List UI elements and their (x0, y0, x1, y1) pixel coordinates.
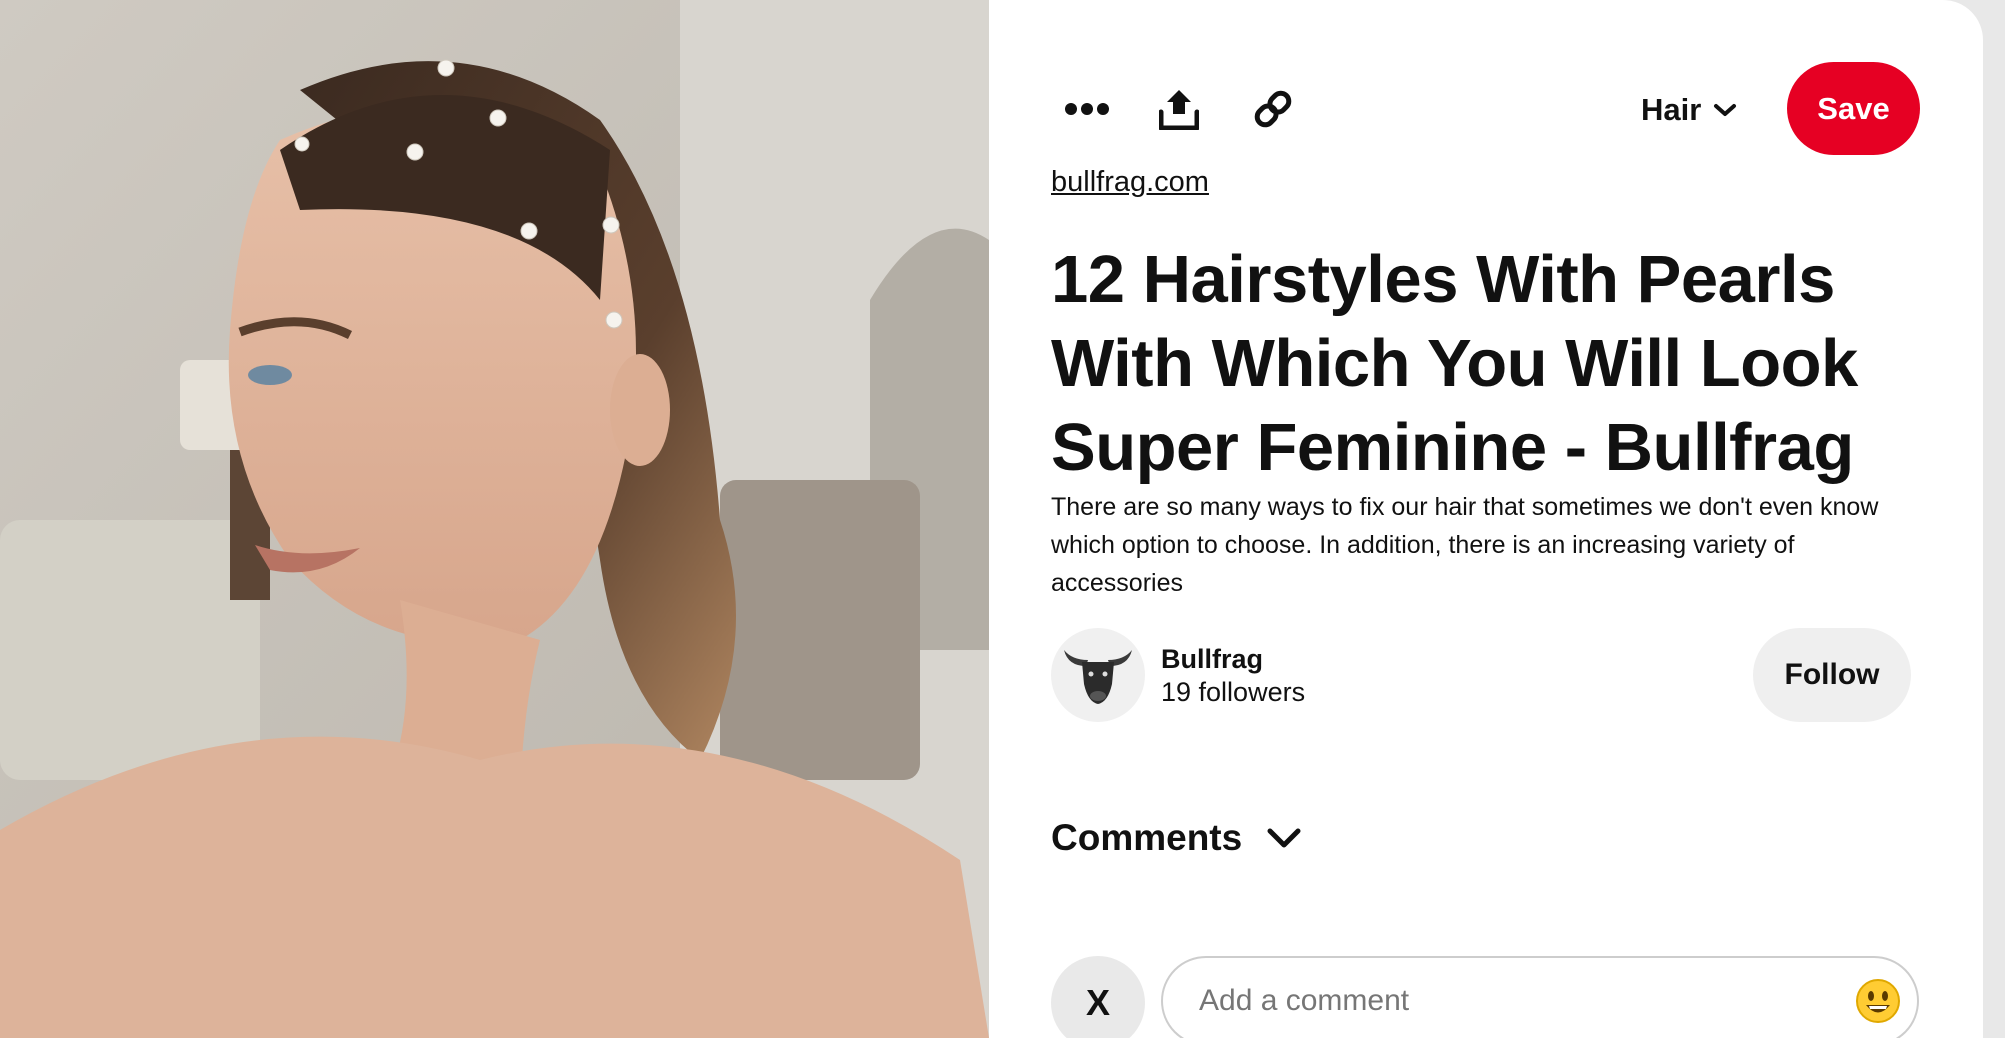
follow-button[interactable]: Follow (1753, 628, 1911, 722)
current-user-avatar[interactable]: X (1051, 956, 1145, 1038)
comment-field[interactable] (1161, 956, 1919, 1038)
author-name[interactable]: Bullfrag (1161, 644, 1263, 675)
board-selector-label: Hair (1641, 92, 1702, 127)
link-icon (1254, 90, 1292, 128)
author-follower-count: 19 followers (1161, 677, 1306, 707)
share-button[interactable] (1143, 73, 1215, 145)
emoji-picker-icon[interactable] (1855, 978, 1901, 1024)
pin-closeup-card: Hair Save bullfrag.com 12 Hairstyles Wit… (0, 0, 1983, 1038)
chevron-down-icon (1267, 828, 1301, 848)
comments-toggle[interactable]: Comments (1051, 812, 1302, 864)
comment-input[interactable] (1197, 976, 1821, 1026)
pin-photo-illustration (0, 0, 989, 1038)
author-avatar[interactable] (1051, 628, 1145, 722)
bull-logo-icon (1064, 650, 1132, 704)
pin-image[interactable] (0, 0, 989, 1038)
pin-description: There are so many ways to fix our hair t… (1051, 493, 1879, 597)
pin-title: 12 Hairstyles With Pearls With Which You… (1051, 242, 1858, 485)
save-button[interactable]: Save (1787, 62, 1920, 155)
copy-link-button[interactable] (1237, 73, 1309, 145)
source-link[interactable]: bullfrag.com (1051, 166, 1209, 199)
ellipsis-icon (1065, 103, 1109, 115)
chevron-down-icon (1714, 104, 1737, 116)
pin-details-panel: Hair Save bullfrag.com 12 Hairstyles Wit… (989, 0, 1983, 1038)
more-options-button[interactable] (1051, 73, 1123, 145)
page-background-edge (1983, 0, 2005, 1038)
comments-heading: Comments (1051, 817, 1243, 858)
share-upload-icon (1159, 90, 1199, 130)
board-selector[interactable]: Hair (1641, 84, 1737, 136)
